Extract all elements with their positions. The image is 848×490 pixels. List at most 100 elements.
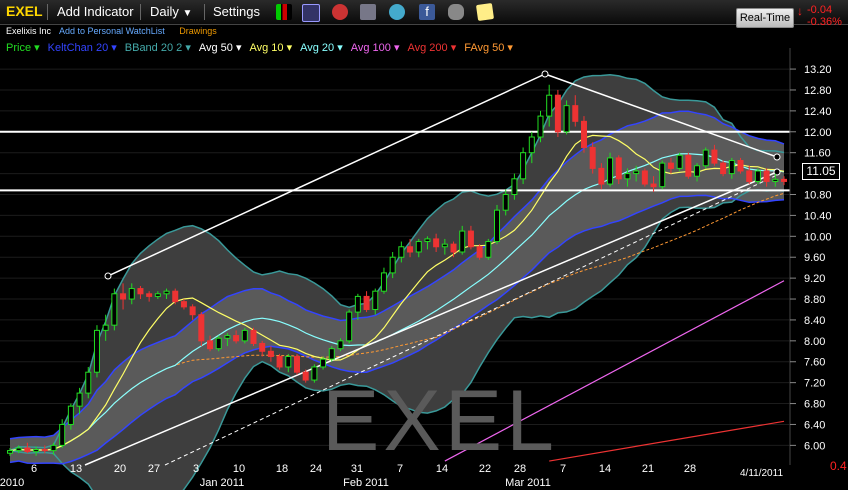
candle-body <box>554 94 561 133</box>
candle-body <box>763 170 770 182</box>
candle-body <box>302 371 309 381</box>
y-tick-label: 11.60 <box>804 148 831 160</box>
candle-body <box>320 358 327 368</box>
symbol-input[interactable]: EXEL <box>6 3 43 19</box>
add-indicator-button[interactable]: Add Indicator <box>57 4 134 19</box>
candle-body <box>120 293 127 300</box>
legend-item-1[interactable]: KeltChan 20 ▾ <box>48 42 117 54</box>
layers-icon[interactable] <box>360 4 376 20</box>
legend-item-3[interactable]: Avg 50 ▾ <box>199 42 242 54</box>
x-day-label: 6 <box>31 463 37 475</box>
candle-body <box>537 115 544 138</box>
watchlist-link[interactable]: Add to Personal WatchList <box>59 26 165 36</box>
candle-body <box>276 356 283 368</box>
candle-body <box>520 152 527 180</box>
candle-body <box>363 295 370 310</box>
candle-body <box>676 154 683 169</box>
chart-type-icon[interactable] <box>276 4 292 20</box>
binoculars-icon[interactable] <box>448 4 464 20</box>
y-tick-label: 8.00 <box>804 336 825 348</box>
down-arrow-icon: ↓ <box>797 4 803 18</box>
note-icon[interactable] <box>475 2 495 22</box>
candle-body <box>111 293 118 326</box>
legend-item-8[interactable]: FAvg 50 ▾ <box>464 42 513 54</box>
candle-body <box>746 170 753 182</box>
candle-body <box>528 136 535 154</box>
chevron-down-icon: ▼ <box>182 8 193 19</box>
y-tick-label: 6.80 <box>804 399 825 411</box>
candle-body <box>407 246 414 253</box>
candle-body <box>76 392 83 407</box>
y-tick-label: 10.80 <box>804 189 832 201</box>
candle-body <box>233 335 240 342</box>
candle-body <box>563 105 570 133</box>
candle-body <box>85 371 92 394</box>
settings-button[interactable]: Settings <box>213 4 260 19</box>
drawings-link[interactable]: Drawings <box>179 26 217 36</box>
candle-body <box>67 405 74 425</box>
candle-body <box>598 167 605 185</box>
candle-body <box>93 329 100 373</box>
y-tick-label: 7.60 <box>804 357 825 369</box>
candle-body <box>259 342 266 352</box>
candle-body <box>224 335 231 339</box>
candle-body <box>424 238 431 243</box>
candle-body <box>711 149 718 164</box>
separator <box>140 4 141 20</box>
date-label: 4/11/2011 <box>740 468 783 479</box>
legend-item-0[interactable]: Price ▾ <box>6 42 40 54</box>
drawing-handle <box>541 70 549 78</box>
candle-body <box>24 447 31 453</box>
candle-body <box>415 241 422 253</box>
y-tick-label: 9.20 <box>804 273 825 285</box>
candle-body <box>180 301 187 308</box>
candle-body <box>33 449 40 453</box>
candle-body <box>311 366 318 381</box>
subheader: Exelixis Inc Add to Personal WatchList D… <box>6 26 217 36</box>
y-tick-label: 12.80 <box>804 85 832 97</box>
x-day-label: 7 <box>560 463 566 475</box>
legend-item-6[interactable]: Avg 100 ▾ <box>351 42 400 54</box>
legend-item-7[interactable]: Avg 200 ▾ <box>407 42 456 54</box>
y-tick-label: 8.80 <box>804 294 825 306</box>
period-dropdown[interactable]: Daily ▼ <box>150 4 192 19</box>
candle-body <box>580 120 587 148</box>
x-day-label: 13 <box>70 463 82 475</box>
x-month-label: Feb 2011 <box>343 477 389 489</box>
symbol-watermark: EXEL <box>322 373 558 469</box>
candle-body <box>215 337 222 350</box>
legend-item-2[interactable]: BBand 20 2 ▾ <box>125 42 191 54</box>
alarm-clock-icon[interactable] <box>332 4 348 20</box>
legend-item-4[interactable]: Avg 10 ▾ <box>249 42 292 54</box>
drawing-handle <box>773 153 781 161</box>
y-tick-label: 12.40 <box>804 106 832 118</box>
x-month-label: Mar 2011 <box>505 477 551 489</box>
candle-body <box>337 340 344 350</box>
twitter-icon[interactable] <box>389 4 405 20</box>
candle-body <box>511 178 518 195</box>
candle-body <box>137 288 144 295</box>
candle-body <box>172 290 179 303</box>
candle-body <box>624 173 631 180</box>
candle-body <box>737 160 744 172</box>
candle-body <box>441 243 448 248</box>
save-icon[interactable] <box>302 4 320 22</box>
candle-body <box>267 350 274 358</box>
legend-item-5[interactable]: Avg 20 ▾ <box>300 42 343 54</box>
candle-body <box>154 293 161 297</box>
right-edge-label: 0.4 <box>830 459 847 473</box>
x-month-label: Jan 2011 <box>200 477 244 489</box>
avg-200-line <box>549 420 785 462</box>
y-tick-label: 10.00 <box>804 231 832 243</box>
x-day-label: 24 <box>310 463 322 475</box>
drawing-handle <box>104 272 112 280</box>
facebook-icon[interactable]: f <box>419 4 435 20</box>
candle-body <box>641 170 648 185</box>
last-price-label: 11.05 <box>802 163 840 180</box>
candle-body <box>607 157 614 185</box>
candle-body <box>615 157 622 180</box>
candle-body <box>102 324 109 331</box>
candle-body <box>467 230 474 248</box>
realtime-button[interactable]: Real-Time <box>736 8 794 28</box>
x-day-label: 28 <box>684 463 696 475</box>
